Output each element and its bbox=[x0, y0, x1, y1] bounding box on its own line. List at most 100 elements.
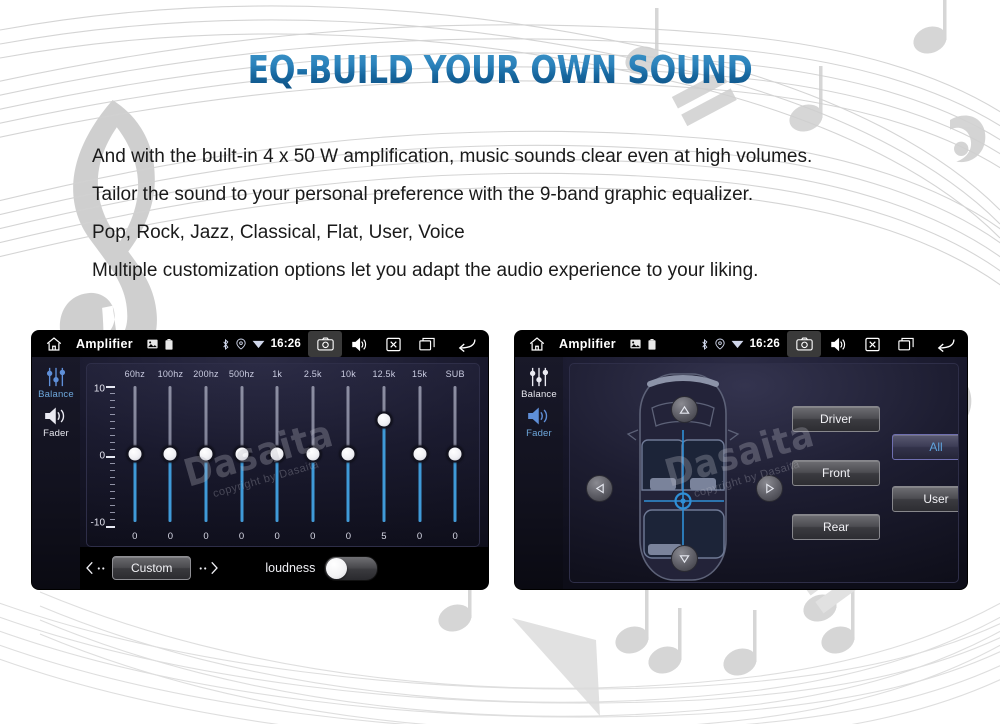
speaker-icon bbox=[528, 407, 548, 425]
slider-fill bbox=[346, 454, 350, 522]
user-button[interactable]: User bbox=[892, 486, 958, 512]
eq-slider[interactable]: 0 bbox=[259, 382, 295, 544]
chevron-left-icon[interactable] bbox=[80, 561, 110, 575]
band-label: 200hz bbox=[193, 369, 219, 379]
slider-thumb[interactable] bbox=[446, 445, 464, 463]
loudness-label: loudness bbox=[265, 561, 316, 575]
volume-icon[interactable] bbox=[821, 331, 855, 357]
close-icon[interactable] bbox=[855, 331, 889, 357]
page-title: EQ-BUILD YOUR OWN SOUND bbox=[40, 48, 960, 92]
slider-thumb[interactable] bbox=[268, 445, 286, 463]
eq-frame: 60hz 100hz 200hz 500hz 1k 2.5k 10k 12.5k… bbox=[86, 363, 480, 547]
camera-icon[interactable] bbox=[787, 331, 821, 357]
back-icon[interactable] bbox=[923, 331, 967, 357]
speaker-icon bbox=[45, 407, 65, 425]
eq-slider[interactable]: 0 bbox=[437, 382, 473, 544]
location-icon bbox=[714, 338, 725, 350]
slider-value: 0 bbox=[274, 531, 280, 542]
equalizer-sliders-icon bbox=[529, 367, 549, 387]
back-icon[interactable] bbox=[444, 331, 488, 357]
arrow-right-icon[interactable] bbox=[756, 475, 783, 502]
car-diagram[interactable] bbox=[578, 368, 788, 581]
slider-fill bbox=[275, 454, 279, 522]
sidebar-item-fader[interactable]: Fader bbox=[515, 406, 563, 439]
sidebar-item-balance[interactable]: Balance bbox=[515, 367, 563, 400]
front-button[interactable]: Front bbox=[792, 460, 880, 486]
eq-slider[interactable]: 0 bbox=[295, 382, 331, 544]
wifi-icon bbox=[731, 340, 743, 349]
status-buttons bbox=[308, 331, 488, 357]
description-block: And with the built-in 4 x 50 W amplifica… bbox=[92, 142, 812, 294]
slider-thumb[interactable] bbox=[411, 445, 429, 463]
slider-value: 0 bbox=[416, 531, 423, 542]
status-time: 16:26 bbox=[270, 338, 301, 350]
slider-value: 0 bbox=[238, 531, 245, 542]
close-icon[interactable] bbox=[376, 331, 410, 357]
status-buttons bbox=[787, 331, 967, 357]
bluetooth-icon bbox=[701, 338, 708, 350]
equalizer-screenshot: Amplifier 16:26 Balance Fader 60hz 100hz… bbox=[32, 331, 488, 589]
slider-thumb[interactable] bbox=[304, 445, 322, 463]
slider-thumb[interactable] bbox=[197, 445, 215, 463]
sidebar-item-balance[interactable]: Balance bbox=[32, 367, 80, 400]
eq-slider[interactable]: 0 bbox=[117, 382, 153, 544]
image-icon bbox=[147, 339, 158, 349]
status-small-icons bbox=[630, 338, 656, 350]
scale-label-mid: 0 bbox=[99, 450, 105, 462]
app-title: Amplifier bbox=[559, 337, 616, 351]
arrow-left-icon[interactable] bbox=[586, 475, 613, 502]
all-button[interactable]: All bbox=[892, 434, 958, 460]
slider-fill bbox=[418, 454, 422, 522]
sidebar-item-fader[interactable]: Fader bbox=[32, 406, 80, 439]
chevron-right-icon[interactable] bbox=[193, 561, 223, 575]
wifi-icon bbox=[252, 340, 264, 349]
slider-value: 0 bbox=[203, 531, 209, 542]
eq-slider[interactable]: 0 bbox=[402, 382, 438, 544]
eq-content: 60hz 100hz 200hz 500hz 1k 2.5k 10k 12.5k… bbox=[80, 357, 488, 589]
toggle-knob bbox=[326, 557, 348, 579]
description-line-3: Pop, Rock, Jazz, Classical, Flat, User, … bbox=[92, 222, 465, 243]
volume-icon[interactable] bbox=[342, 331, 376, 357]
band-label: 15k bbox=[411, 369, 428, 379]
band-label: 100hz bbox=[157, 369, 184, 379]
camera-icon[interactable] bbox=[308, 331, 342, 357]
home-icon[interactable] bbox=[515, 335, 559, 353]
recents-icon[interactable] bbox=[889, 331, 923, 357]
slider-fill bbox=[168, 454, 172, 522]
bluetooth-icon bbox=[222, 338, 229, 350]
loudness-toggle[interactable] bbox=[324, 555, 379, 581]
band-label: 1k bbox=[272, 369, 283, 379]
slider-thumb[interactable] bbox=[375, 411, 393, 429]
slider-thumb[interactable] bbox=[233, 445, 251, 463]
page-title-text: EQ-BUILD YOUR OWN SOUND bbox=[247, 48, 753, 92]
image-icon bbox=[630, 339, 641, 349]
slider-thumb[interactable] bbox=[126, 445, 144, 463]
battery-icon bbox=[165, 338, 173, 350]
home-icon[interactable] bbox=[32, 335, 76, 353]
slider-fill bbox=[240, 454, 244, 522]
arrow-up-icon[interactable] bbox=[671, 396, 698, 423]
eq-footer: Custom loudness bbox=[80, 547, 488, 589]
description-line-1: And with the built-in 4 x 50 W amplifica… bbox=[92, 146, 813, 167]
description-line-2: Tailor the sound to your personal prefer… bbox=[92, 184, 754, 205]
arrow-down-icon[interactable] bbox=[671, 545, 698, 572]
recents-icon[interactable] bbox=[410, 331, 444, 357]
eq-slider[interactable]: 0 bbox=[224, 382, 260, 544]
slider-fill bbox=[133, 454, 137, 522]
fader-content: Driver Front Rear All User bbox=[563, 357, 967, 589]
preset-button[interactable]: Custom bbox=[112, 556, 192, 580]
slider-value: 0 bbox=[310, 531, 316, 542]
rear-button[interactable]: Rear bbox=[792, 514, 880, 540]
eq-slider[interactable]: 5 bbox=[366, 382, 402, 544]
sidebar-label-balance: Balance bbox=[38, 389, 74, 400]
slider-value: 0 bbox=[132, 531, 138, 542]
equalizer-sliders-icon bbox=[46, 367, 66, 387]
slider-thumb[interactable] bbox=[161, 445, 179, 463]
eq-slider[interactable]: 0 bbox=[331, 382, 367, 544]
slider-thumb[interactable] bbox=[339, 445, 357, 463]
status-time: 16:26 bbox=[749, 338, 780, 350]
status-indicators: 16:26 bbox=[221, 338, 301, 351]
driver-button[interactable]: Driver bbox=[792, 406, 880, 432]
eq-slider[interactable]: 0 bbox=[188, 382, 224, 544]
eq-slider[interactable]: 0 bbox=[153, 382, 189, 544]
